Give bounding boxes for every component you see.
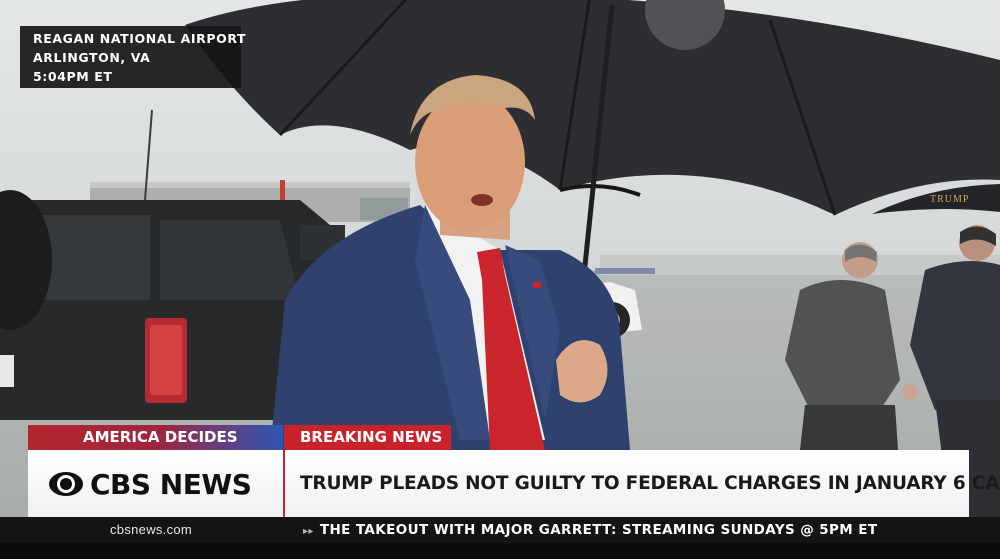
breaking-news-tag: BREAKING NEWS [284, 425, 451, 450]
bottom-strip [0, 543, 1000, 559]
location-airport: REAGAN NATIONAL AIRPORT [33, 31, 247, 46]
banner-divider [283, 450, 285, 517]
headline: TRUMP PLEADS NOT GUILTY TO FEDERAL CHARG… [300, 473, 1000, 494]
ticker-bar: cbsnews.com ▸▸ THE TAKEOUT WITH MAJOR GAR… [0, 517, 1000, 543]
cbs-eye-icon [49, 472, 83, 496]
lower-third-banner: CBS NEWS TRUMP PLEADS NOT GUILTY TO FEDE… [28, 450, 1000, 517]
cbs-news-logo: CBS NEWS [48, 467, 252, 501]
ticker-message: THE TAKEOUT WITH MAJOR GARRETT: STREAMIN… [319, 522, 878, 538]
america-decides-tag: AMERICA DECIDES [28, 425, 283, 450]
ticker-text: ▸▸ THE TAKEOUT WITH MAJOR GARRETT: STREAM… [303, 517, 877, 543]
play-arrows-icon: ▸▸ [303, 526, 314, 537]
website-label: cbsnews.com [110, 522, 193, 537]
location-card: REAGAN NATIONAL AIRPORT ARLINGTON, VA 5:… [20, 26, 247, 88]
network-name: CBS NEWS [90, 467, 252, 501]
location-time: 5:04PM ET [33, 69, 113, 84]
location-city: ARLINGTON, VA [33, 50, 151, 65]
